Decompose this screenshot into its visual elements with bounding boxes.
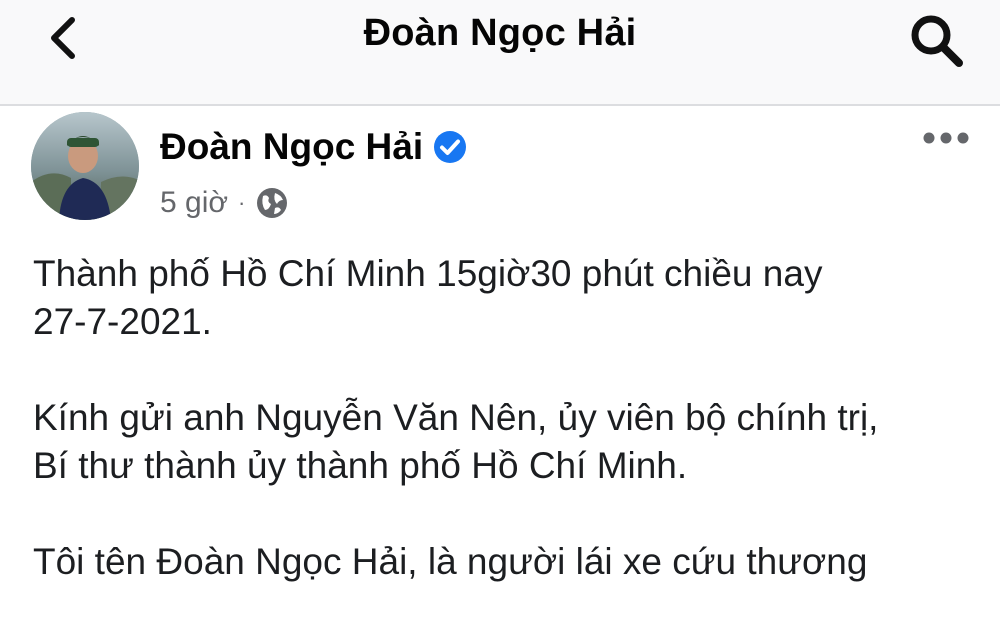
post-paragraph: Tôi tên Đoàn Ngọc Hải, là người lái xe c… [33,538,973,586]
page-title: Đoàn Ngọc Hải [363,12,637,54]
top-navigation-bar: Đoàn Ngọc Hải [0,0,1000,106]
post-paragraph: Kính gửi anh Nguyễn Văn Nên, ủy viên bộ … [33,394,973,490]
post-line: Tôi tên Đoàn Ngọc Hải, là người lái xe c… [33,541,868,582]
search-button[interactable] [900,8,972,72]
post-line: Thành phố Hồ Chí Minh 15giờ30 phút chiều… [33,253,823,294]
post-line: Kính gửi anh Nguyễn Văn Nên, ủy viên bộ … [33,397,879,438]
meta-separator: · [238,190,246,215]
more-options-icon [923,132,969,144]
author-avatar[interactable] [31,112,139,220]
post-line: Bí thư thành ủy thành phố Hồ Chí Minh. [33,445,688,486]
avatar-photo [31,112,139,220]
post-timestamp[interactable]: 5 giờ [160,186,228,220]
post-paragraph: Thành phố Hồ Chí Minh 15giờ30 phút chiều… [33,250,973,346]
author-name[interactable]: Đoàn Ngọc Hải [160,126,423,168]
more-options-button[interactable] [915,118,977,158]
post-text: Thành phố Hồ Chí Minh 15giờ30 phút chiều… [33,250,973,620]
globe-icon [255,186,289,220]
post-line: 27-7-2021. [33,301,212,342]
search-icon [911,15,963,67]
author-row: Đoàn Ngọc Hải [160,126,467,168]
verified-badge-icon [433,130,467,164]
facebook-post-screen: Đoàn Ngọc Hải Đoàn Ngọc Hải 5 giờ · Thàn… [0,0,1000,620]
post-meta: 5 giờ · [160,186,289,220]
